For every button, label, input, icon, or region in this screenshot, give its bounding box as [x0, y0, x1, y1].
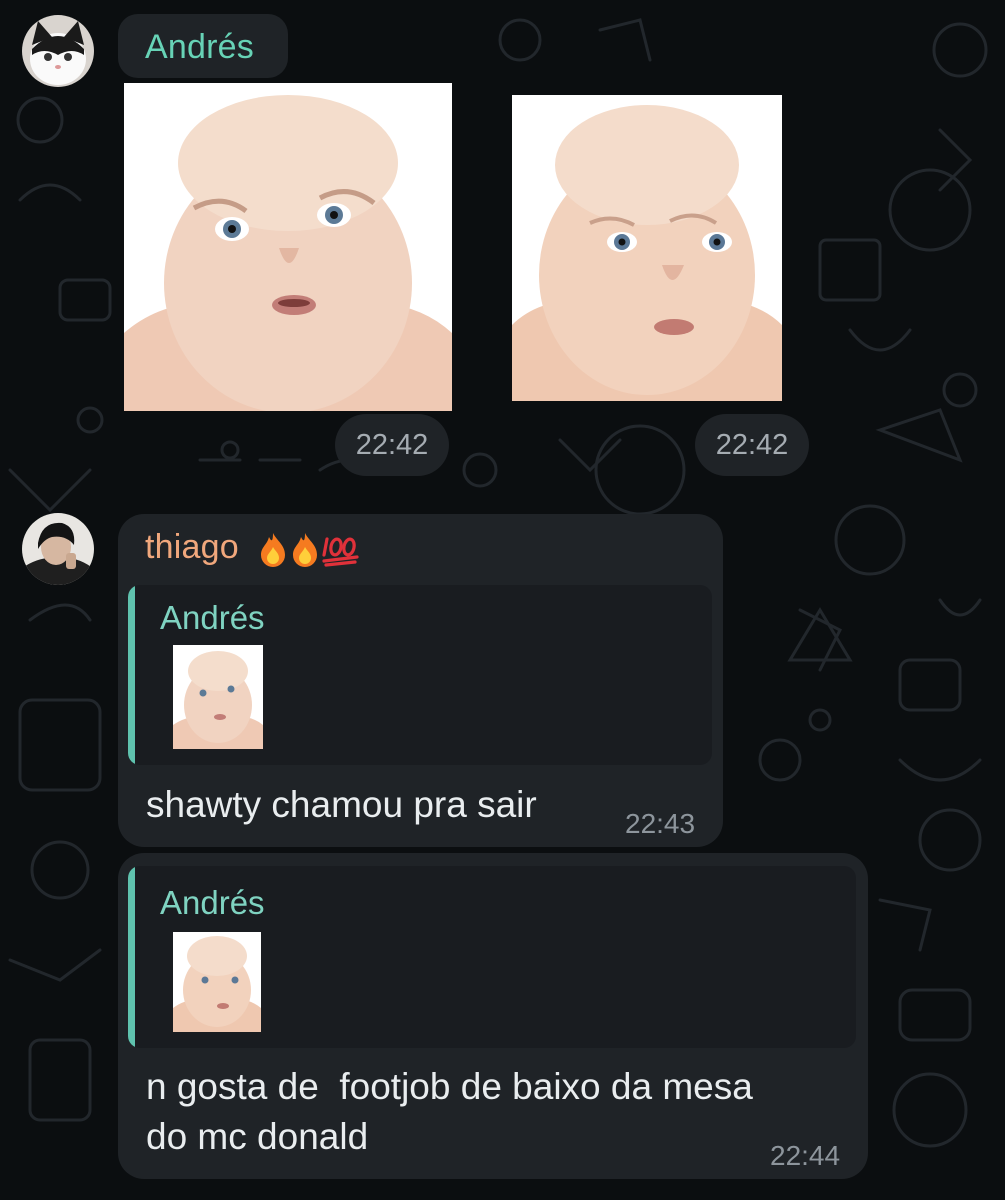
baby-face-photo	[512, 95, 782, 401]
message-timestamp: 22:44	[770, 1140, 841, 1171]
timestamp-pill: 22:42	[695, 414, 809, 476]
avatar-thiago[interactable]	[22, 513, 94, 585]
sender-name-andres[interactable]: Andrés	[145, 28, 254, 67]
timestamp-pill: 22:42	[335, 414, 449, 476]
avatar-andres[interactable]	[22, 15, 94, 87]
quote-sender-name: Andrés	[160, 599, 265, 636]
quote-thumbnail	[173, 932, 261, 1032]
image-message-1[interactable]	[124, 83, 452, 411]
baby-face-photo	[124, 83, 452, 411]
baby-face-thumbnail	[173, 645, 263, 749]
quote-thumbnail	[173, 645, 263, 749]
sender-name-thiago[interactable]: thiago	[145, 528, 361, 568]
fire-emoji-icon	[260, 533, 285, 568]
quote-sender-name: Andrés	[160, 884, 265, 921]
sender-name-label: thiago	[145, 528, 239, 566]
baby-face-thumbnail	[173, 932, 261, 1032]
quote-accent-bar	[128, 585, 135, 765]
user-photo-avatar	[22, 513, 94, 585]
reply-quote[interactable]: Andrés	[128, 866, 856, 1048]
message-text: shawty chamou pra sair	[146, 784, 537, 825]
hundred-points-emoji-icon	[321, 537, 359, 567]
message-timestamp: 22:43	[625, 808, 696, 839]
fire-emoji-icon	[292, 533, 317, 568]
cat-avatar-icon	[22, 15, 94, 87]
reply-quote[interactable]: Andrés	[128, 585, 712, 765]
message-text: n gosta de footjob de baixo da mesa do m…	[146, 1066, 753, 1157]
image-message-2[interactable]	[512, 95, 782, 401]
quote-accent-bar	[128, 866, 135, 1048]
